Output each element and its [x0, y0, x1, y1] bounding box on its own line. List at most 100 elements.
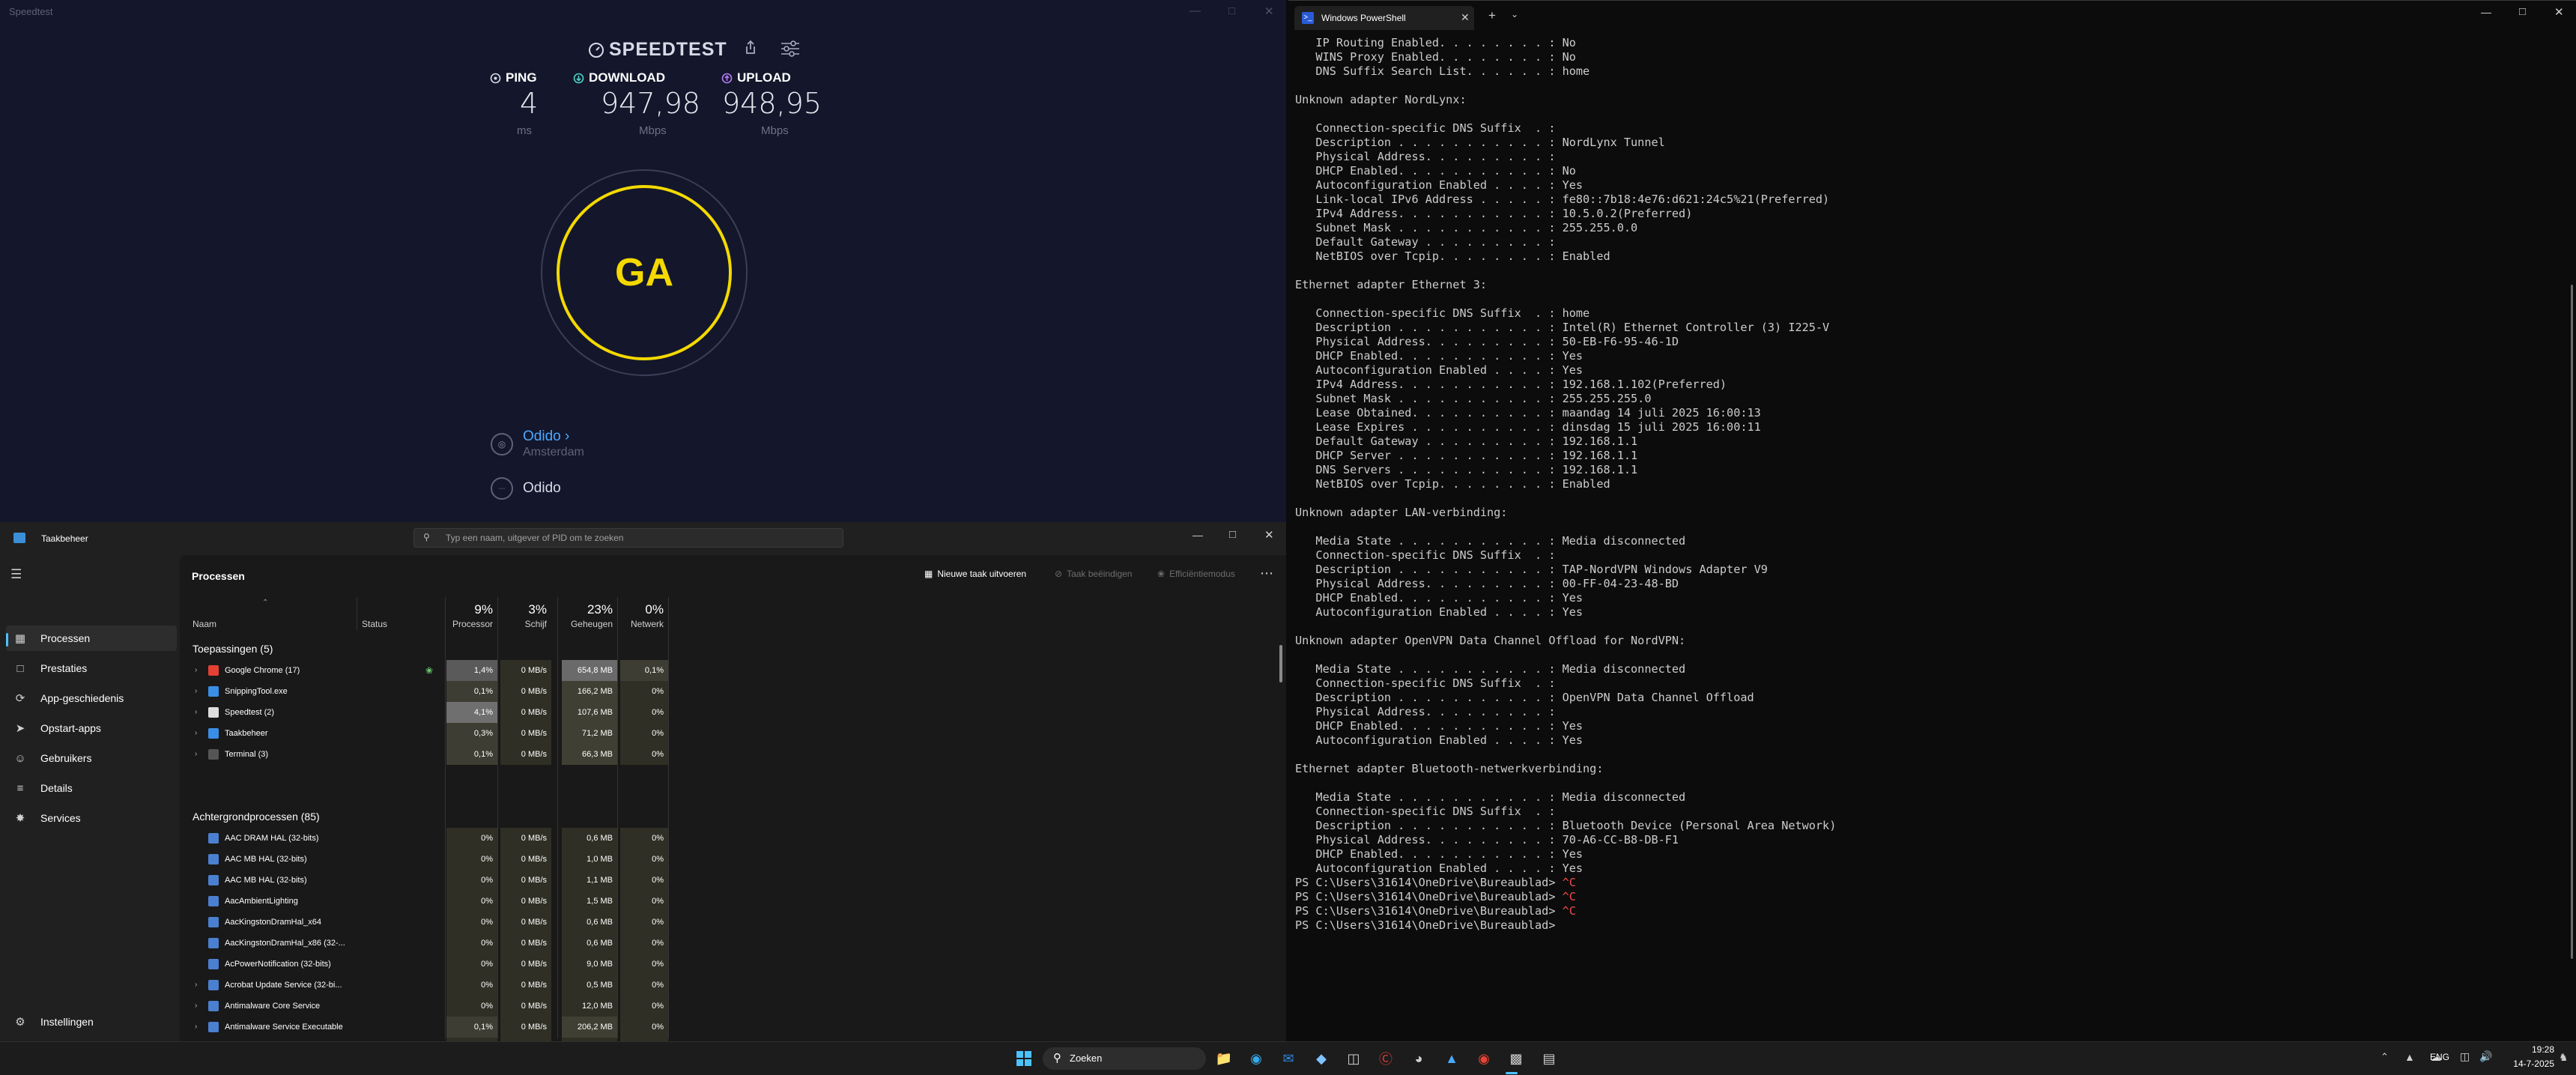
table-row[interactable]: AAC MB HAL (32-bits) 0% 0 MB/s 1,0 MB 0%	[180, 849, 1286, 870]
chrome-icon[interactable]: ◉	[1473, 1048, 1494, 1069]
taskmanager-titlebar[interactable]: Taakbeheer ⚲ Typ een naam, uitgever of P…	[0, 522, 1286, 555]
col-status[interactable]: Status	[362, 619, 387, 629]
process-icon	[208, 686, 219, 697]
prompt-command: ^C	[1562, 876, 1576, 889]
table-row[interactable]: › Speedtest (2) 4,1% 0 MB/s 107,6 MB 0%	[180, 702, 1286, 723]
server-name[interactable]: Odido	[523, 429, 561, 444]
tray-app-icon[interactable]: ▲	[2404, 1051, 2415, 1063]
table-row[interactable]: › Acrobat Update Service (32-bi... 0% 0 MB/…	[180, 975, 1286, 996]
volume-icon[interactable]: 🔊	[2479, 1050, 2492, 1063]
maximize-icon[interactable]: □	[1228, 4, 1235, 17]
prompt-path: PS C:\Users\31614\OneDrive\Bureaublad>	[1295, 918, 1556, 932]
clock-time[interactable]: 19:28	[2502, 1044, 2554, 1055]
acrobat-icon[interactable]: Ⓒ	[1375, 1048, 1396, 1069]
expand-chevron-icon[interactable]: ›	[195, 744, 197, 765]
table-row[interactable]: AcPowerNotification (32-bits) 0% 0 MB/s 9,0…	[180, 954, 1286, 975]
minimize-icon[interactable]: —	[1189, 4, 1201, 17]
sidebar-item-details[interactable]: ≡ Details	[6, 775, 177, 801]
expand-chevron-icon[interactable]: ›	[195, 660, 197, 681]
col-memory[interactable]: Geheugen	[562, 619, 613, 629]
go-label[interactable]: GA	[557, 185, 732, 360]
cpu-percent[interactable]: 9%	[446, 602, 493, 617]
table-row[interactable]: › Google Chrome (17) 1,4% 0 MB/s 654,8 MB 0,1…	[180, 660, 1286, 681]
table-row[interactable]: AAC MB HAL (32-bits) 0% 0 MB/s 1,1 MB 0%	[180, 870, 1286, 891]
server-name-link[interactable]: Odido ›	[523, 429, 569, 445]
table-row[interactable]: AacKingstonDramHal_x86 (32-... 0% 0 MB/s 0,…	[180, 933, 1286, 954]
sidebar-item-instellingen[interactable]: ⚙ Instellingen	[6, 1009, 177, 1035]
tab-powershell[interactable]: >_ Windows PowerShell ✕	[1294, 6, 1474, 30]
prompt-path: PS C:\Users\31614\OneDrive\Bureaublad>	[1295, 904, 1556, 918]
expand-chevron-icon[interactable]: ›	[195, 975, 197, 996]
more-options-icon[interactable]: ⋯	[1260, 566, 1273, 581]
table-row[interactable]: › Taakbeheer 0,3% 0 MB/s 71,2 MB 0%	[180, 723, 1286, 744]
maximize-icon[interactable]: □	[1229, 528, 1236, 541]
table-row[interactable]: › Antimalware Service Executable 0,1% 0 MB/…	[180, 1017, 1286, 1038]
efficiency-mode-button[interactable]: ❀ Efficiëntiemodus	[1157, 569, 1235, 579]
sidebar-item-processen[interactable]: ▦ Processen	[6, 626, 177, 651]
network-percent[interactable]: 0%	[620, 602, 664, 617]
minimize-icon[interactable]: —	[2481, 6, 2491, 18]
search-input[interactable]: ⚲ Typ een naam, uitgever of PID om te zo…	[413, 528, 843, 548]
photo-viewer-icon[interactable]: ▲	[1441, 1048, 1462, 1069]
share-icon[interactable]	[742, 39, 760, 57]
taskbar-search[interactable]: ⚲ Zoeken	[1043, 1047, 1206, 1070]
new-tab-icon[interactable]: +	[1488, 8, 1496, 23]
close-icon[interactable]: ✕	[1264, 528, 1274, 542]
hamburger-icon[interactable]: ☰	[10, 567, 22, 582]
sidebar-item-services[interactable]: ✸ Services	[6, 805, 177, 831]
col-disk[interactable]: Schijf	[500, 619, 547, 629]
terminal-output[interactable]: IP Routing Enabled. . . . . . . . : No W…	[1295, 36, 1836, 933]
expand-chevron-icon[interactable]: ›	[195, 996, 197, 1017]
taskmanager-icon[interactable]: ▤	[1539, 1048, 1560, 1069]
speedtest-titlebar[interactable]: Speedtest — □ ✕	[0, 0, 1286, 24]
sidebar-item-prestaties[interactable]: □ Prestaties	[6, 655, 177, 681]
close-icon[interactable]: ✕	[1264, 4, 1274, 18]
table-row[interactable]: › SnippingTool.exe 0,1% 0 MB/s 166,2 MB 0%	[180, 681, 1286, 702]
expand-chevron-icon[interactable]: ›	[195, 702, 197, 723]
scrollbar-thumb[interactable]	[2571, 285, 2573, 959]
edge-icon[interactable]: ◉	[1246, 1048, 1267, 1069]
maximize-icon[interactable]: □	[2519, 5, 2526, 18]
disk-percent[interactable]: 3%	[500, 602, 547, 617]
app-icon[interactable]: ◫	[1343, 1048, 1364, 1069]
expand-chevron-icon[interactable]: ›	[195, 681, 197, 702]
photos-icon[interactable]: ◆	[1311, 1048, 1332, 1069]
prompt-line: PS C:\Users\31614\OneDrive\Bureaublad>	[1295, 918, 1563, 932]
expand-chevron-icon[interactable]: ›	[195, 723, 197, 744]
taskmanager-app-icon	[13, 533, 25, 543]
col-network[interactable]: Netwerk	[620, 619, 664, 629]
language-indicator[interactable]: ENG	[2430, 1052, 2449, 1062]
new-task-button[interactable]: ▦ Nieuwe taak uitvoeren	[924, 569, 1026, 579]
process-name: Antimalware Core Service	[225, 1002, 321, 1011]
clock-date[interactable]: 14-7-2025	[2502, 1059, 2554, 1069]
close-tab-icon[interactable]: ✕	[1461, 11, 1470, 24]
terminal-icon[interactable]: ▩	[1506, 1048, 1527, 1069]
close-icon[interactable]: ✕	[2554, 5, 2564, 19]
expand-chevron-icon[interactable]: ›	[195, 1017, 197, 1038]
sidebar-item-app-geschiedenis[interactable]: ⟳ App-geschiedenis	[6, 685, 177, 711]
col-cpu[interactable]: Processor	[446, 619, 493, 629]
table-row[interactable]: AacKingstonDramHal_x64 0% 0 MB/s 0,6 MB 0%	[180, 912, 1286, 933]
file-explorer-icon[interactable]: 📁	[1213, 1048, 1234, 1069]
scrollbar-thumb[interactable]	[1279, 645, 1282, 682]
speedtest-icon[interactable]: ◕	[1408, 1048, 1429, 1069]
table-row[interactable]: AacAmbientLighting 0% 0 MB/s 1,5 MB 0%	[180, 891, 1286, 912]
network-icon[interactable]: ◫	[2460, 1050, 2470, 1063]
minimize-icon[interactable]: —	[1192, 529, 1203, 541]
table-row[interactable]: › Antimalware Core Service 0% 0 MB/s 12,0 MB…	[180, 996, 1286, 1017]
sidebar-item-gebruikers[interactable]: ☺ Gebruikers	[6, 745, 177, 771]
notification-bell-icon[interactable]: ♞	[2559, 1051, 2569, 1064]
outlook-icon[interactable]: ✉	[1278, 1048, 1299, 1069]
tray-overflow-icon[interactable]: ⌃	[2380, 1051, 2389, 1063]
table-row[interactable]: › Terminal (3) 0,1% 0 MB/s 66,3 MB 0%	[180, 744, 1286, 765]
disk-cell: 0 MB/s	[500, 1017, 551, 1038]
settings-sliders-icon[interactable]	[780, 40, 801, 57]
sidebar-item-opstart-apps[interactable]: ➤ Opstart-apps	[6, 715, 177, 741]
col-name[interactable]: Naam	[193, 619, 216, 629]
start-icon[interactable]	[1013, 1048, 1034, 1069]
chevron-down-icon[interactable]: ⌄	[1511, 9, 1518, 19]
end-task-button[interactable]: ⊘ Taak beëindigen	[1055, 569, 1132, 579]
network-cell: 0%	[620, 975, 668, 996]
table-row[interactable]: AAC DRAM HAL (32-bits) 0% 0 MB/s 0,6 MB 0%	[180, 828, 1286, 849]
memory-percent[interactable]: 23%	[562, 602, 613, 617]
